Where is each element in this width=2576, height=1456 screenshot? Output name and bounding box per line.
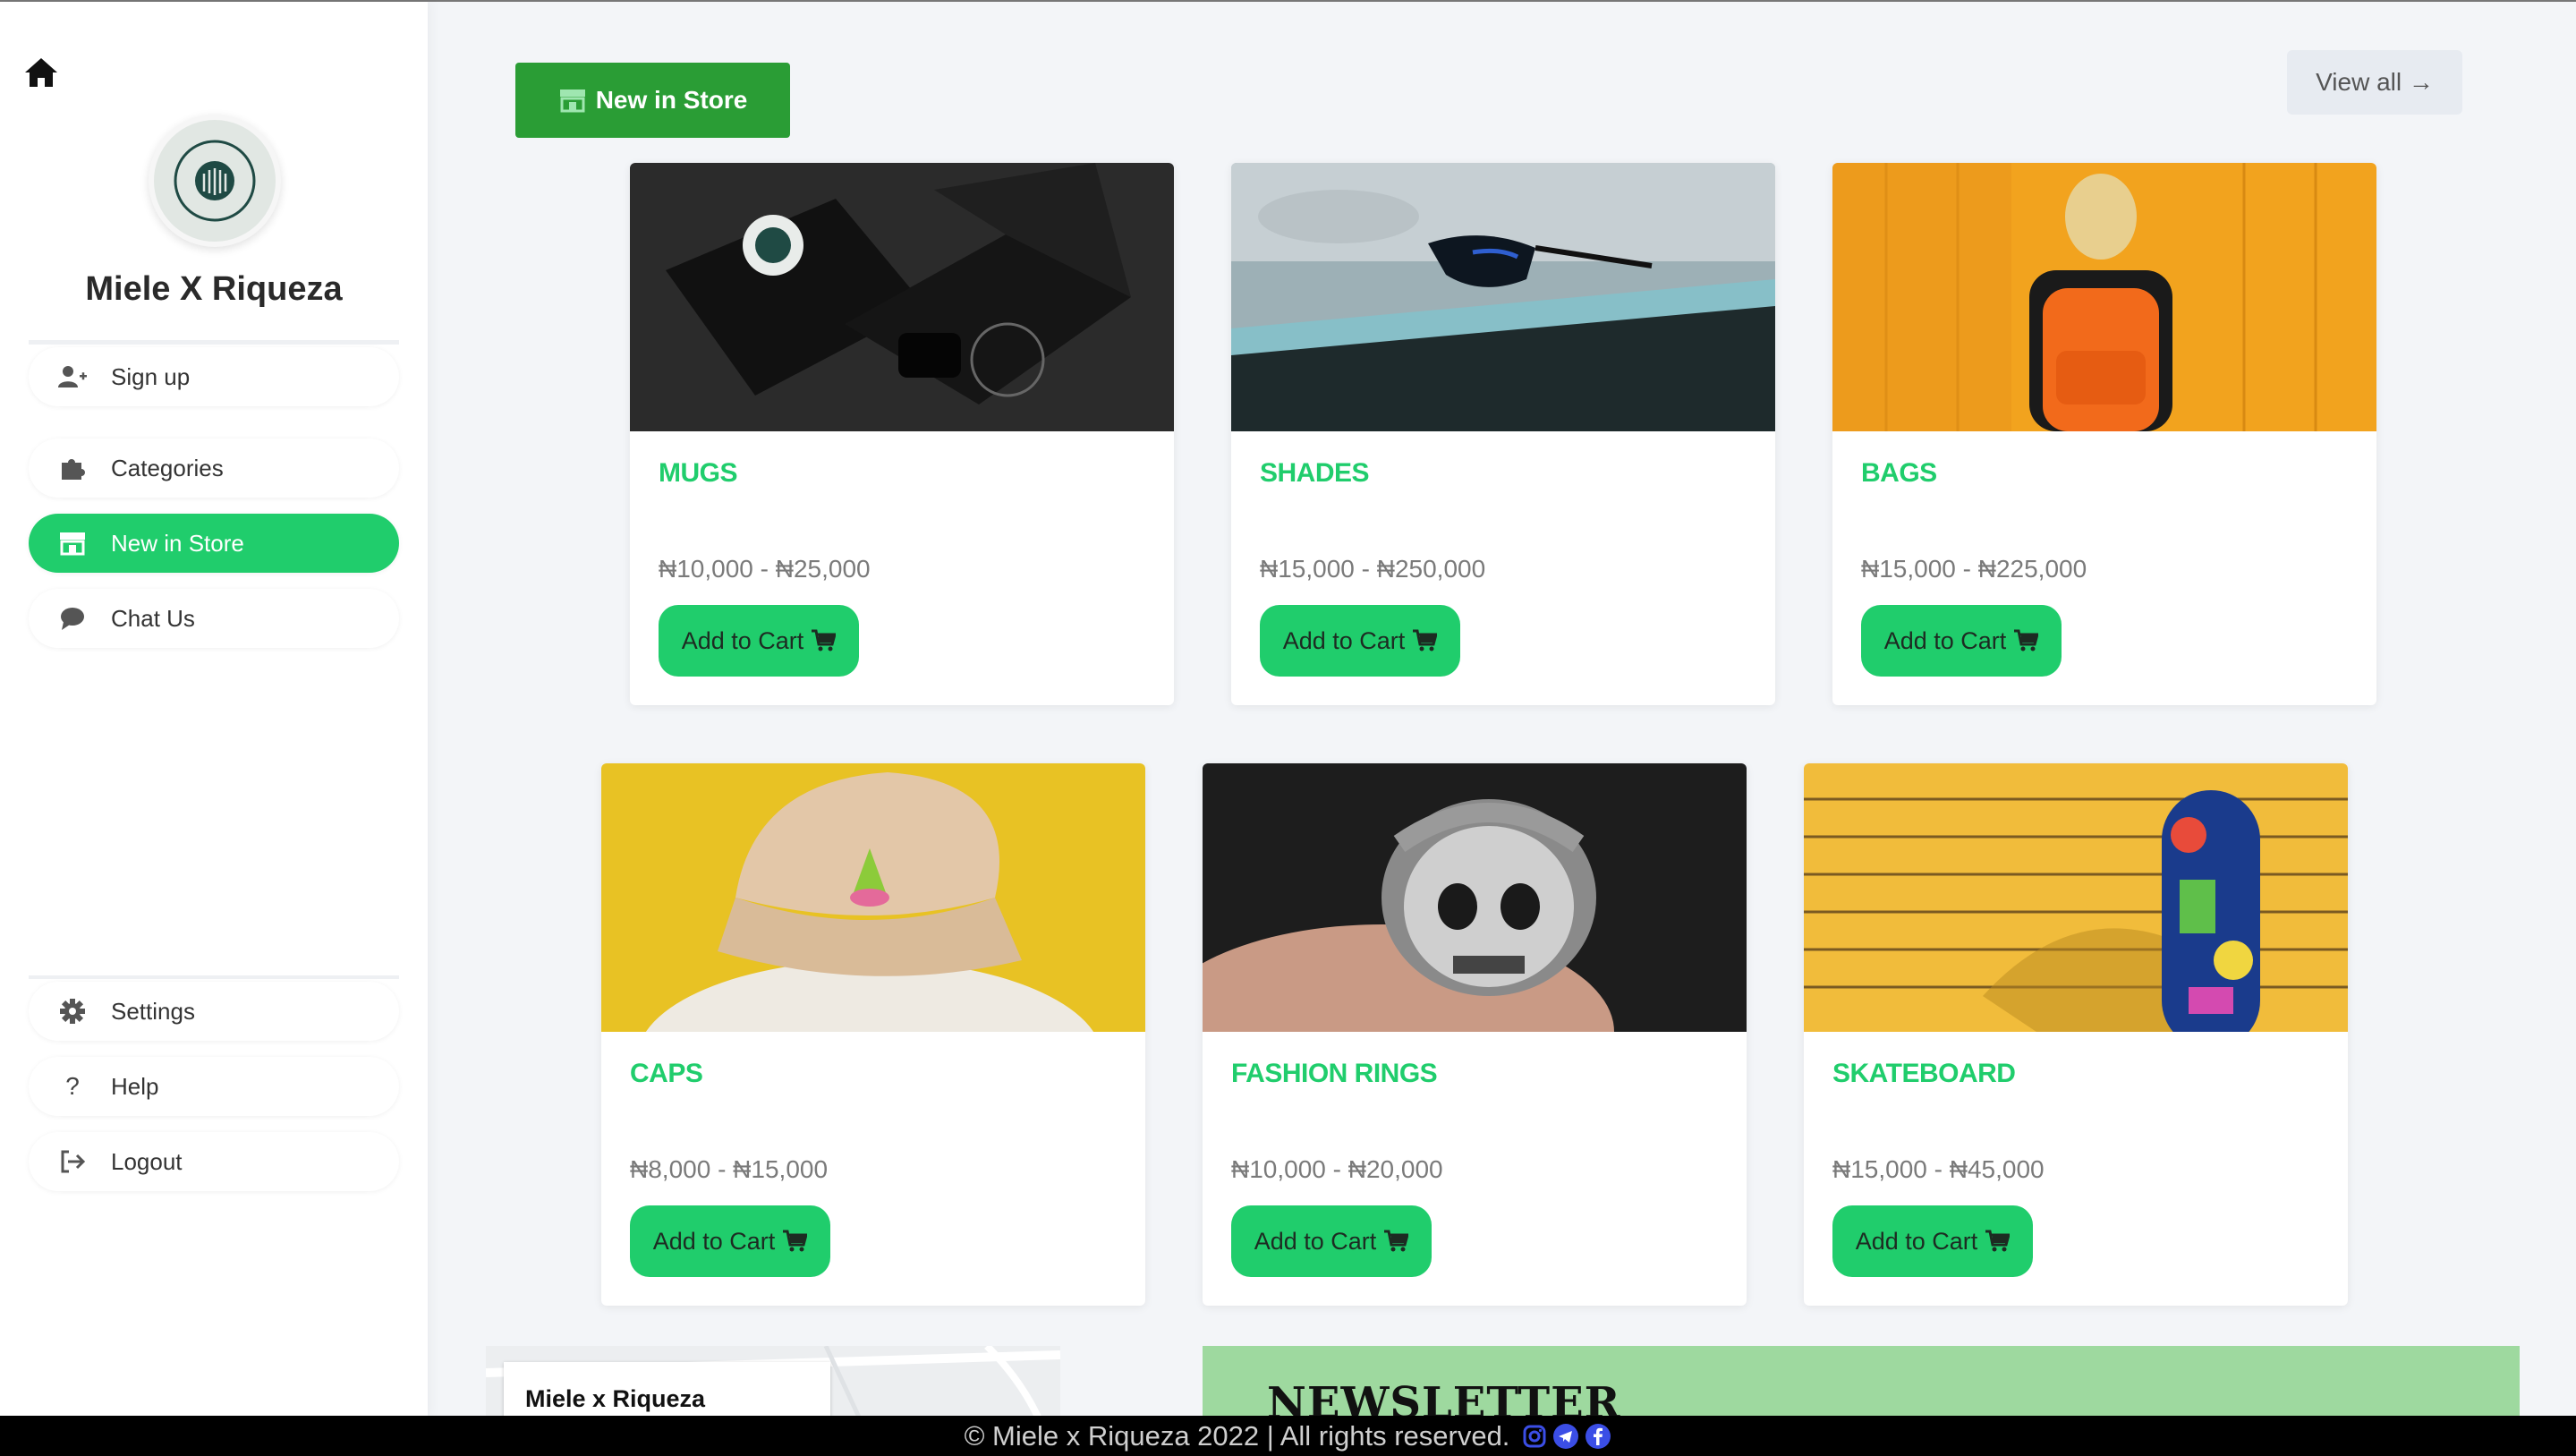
sidebar-item-logout[interactable]: Logout bbox=[29, 1132, 399, 1191]
divider bbox=[29, 340, 399, 345]
add-to-cart-button[interactable]: Add to Cart bbox=[659, 605, 859, 677]
product-image[interactable] bbox=[1203, 763, 1747, 1032]
telegram-icon[interactable] bbox=[1552, 1423, 1579, 1450]
sidebar-item-categories[interactable]: Categories bbox=[29, 439, 399, 498]
sidebar-item-label: Help bbox=[111, 1072, 159, 1100]
sidebar-item-new-in-store[interactable]: New in Store bbox=[29, 514, 399, 573]
brand-name: Miele X Riqueza bbox=[85, 270, 343, 308]
cart-icon bbox=[1985, 1230, 2011, 1252]
product-title: SHADES bbox=[1260, 458, 1370, 488]
instagram-icon[interactable] bbox=[1522, 1424, 1547, 1449]
product-card-mugs[interactable]: MUGS ₦10,000 - ₦25,000 Add to Cart bbox=[630, 163, 1174, 705]
home-icon[interactable] bbox=[23, 55, 59, 89]
gear-icon bbox=[57, 996, 88, 1026]
store-icon bbox=[559, 89, 585, 113]
cart-icon bbox=[1413, 629, 1438, 651]
product-price: ₦15,000 - ₦250,000 bbox=[1260, 555, 1486, 583]
cart-icon bbox=[812, 629, 837, 651]
add-to-cart-button[interactable]: Add to Cart bbox=[1861, 605, 2062, 677]
product-card-bags[interactable]: BAGS ₦15,000 - ₦225,000 Add to Cart bbox=[1832, 163, 2376, 705]
add-to-cart-button[interactable]: Add to Cart bbox=[630, 1205, 830, 1277]
footer-copyright: © Miele x Riqueza 2022 | All rights rese… bbox=[964, 1419, 1510, 1452]
add-to-cart-label: Add to Cart bbox=[652, 1227, 776, 1255]
user-plus-icon bbox=[57, 362, 88, 392]
cart-icon bbox=[1384, 1230, 1409, 1252]
sidebar-item-chat-us[interactable]: Chat Us bbox=[29, 589, 399, 648]
product-card-skateboard[interactable]: SKATEBOARD ₦15,000 - ₦45,000 Add to Cart bbox=[1804, 763, 2348, 1306]
add-to-cart-label: Add to Cart bbox=[1254, 1227, 1377, 1255]
product-image[interactable] bbox=[1231, 163, 1775, 431]
product-image[interactable] bbox=[1804, 763, 2348, 1032]
product-title: FASHION RINGS bbox=[1231, 1059, 1438, 1088]
product-card-caps[interactable]: CAPS ₦8,000 - ₦15,000 Add to Cart bbox=[601, 763, 1145, 1306]
product-image[interactable] bbox=[1832, 163, 2376, 431]
product-card-shades[interactable]: SHADES ₦15,000 - ₦250,000 Add to Cart bbox=[1231, 163, 1775, 705]
product-image[interactable] bbox=[630, 163, 1174, 431]
product-price: ₦15,000 - ₦225,000 bbox=[1861, 555, 2087, 583]
product-price: ₦10,000 - ₦20,000 bbox=[1231, 1155, 1443, 1183]
add-to-cart-button[interactable]: Add to Cart bbox=[1260, 605, 1460, 677]
new-in-store-label: New in Store bbox=[595, 86, 748, 114]
social-links bbox=[1517, 1423, 1611, 1450]
divider bbox=[29, 975, 399, 979]
sidebar-item-sign-up[interactable]: Sign up bbox=[29, 347, 399, 406]
sidebar-item-label: Settings bbox=[111, 997, 195, 1025]
product-card-fashion-rings[interactable]: FASHION RINGS ₦10,000 - ₦20,000 Add to C… bbox=[1203, 763, 1747, 1306]
sidebar-item-settings[interactable]: Settings bbox=[29, 982, 399, 1041]
sidebar-item-label: Sign up bbox=[111, 362, 191, 390]
product-image[interactable] bbox=[601, 763, 1145, 1032]
facebook-icon[interactable] bbox=[1585, 1423, 1611, 1450]
product-title: CAPS bbox=[630, 1059, 703, 1088]
add-to-cart-label: Add to Cart bbox=[681, 626, 804, 654]
cart-icon bbox=[783, 1230, 808, 1252]
brand-logo-icon bbox=[174, 140, 256, 222]
product-price: ₦10,000 - ₦25,000 bbox=[659, 555, 871, 583]
cart-icon bbox=[2014, 629, 2039, 651]
newsletter-section: NEWSLETTER bbox=[1203, 1346, 2520, 1426]
new-in-store-button[interactable]: New in Store bbox=[515, 63, 790, 138]
question-icon: ? bbox=[65, 1072, 80, 1100]
footer: © Miele x Riqueza 2022 | All rights rese… bbox=[0, 1416, 2576, 1456]
puzzle-icon bbox=[57, 453, 88, 483]
sidebar-item-label: Categories bbox=[111, 454, 224, 481]
add-to-cart-label: Add to Cart bbox=[1883, 626, 2007, 654]
product-price: ₦15,000 - ₦45,000 bbox=[1832, 1155, 2045, 1183]
sidebar-item-label: Logout bbox=[111, 1147, 183, 1175]
add-to-cart-label: Add to Cart bbox=[1282, 626, 1406, 654]
map-place-label: Miele x Riqueza bbox=[504, 1362, 830, 1423]
store-icon bbox=[57, 528, 88, 558]
product-title: SKATEBOARD bbox=[1832, 1059, 2016, 1088]
product-title: BAGS bbox=[1861, 458, 1937, 488]
sidebar: Miele X Riqueza Sign up Categories New i… bbox=[0, 2, 428, 1416]
sidebar-item-help[interactable]: ? Help bbox=[29, 1057, 399, 1116]
location-map[interactable]: Miele x Riqueza bbox=[486, 1346, 1060, 1423]
add-to-cart-label: Add to Cart bbox=[1855, 1227, 1978, 1255]
view-all-button[interactable]: View all → bbox=[2287, 50, 2462, 115]
sidebar-item-label: New in Store bbox=[111, 529, 244, 557]
chat-bubble-icon bbox=[57, 603, 88, 634]
sidebar-item-label: Chat Us bbox=[111, 604, 195, 632]
add-to-cart-button[interactable]: Add to Cart bbox=[1832, 1205, 2033, 1277]
logout-icon bbox=[57, 1146, 88, 1177]
add-to-cart-button[interactable]: Add to Cart bbox=[1231, 1205, 1432, 1277]
brand-logo-avatar bbox=[149, 115, 281, 247]
product-title: MUGS bbox=[659, 458, 738, 488]
product-price: ₦8,000 - ₦15,000 bbox=[630, 1155, 829, 1183]
